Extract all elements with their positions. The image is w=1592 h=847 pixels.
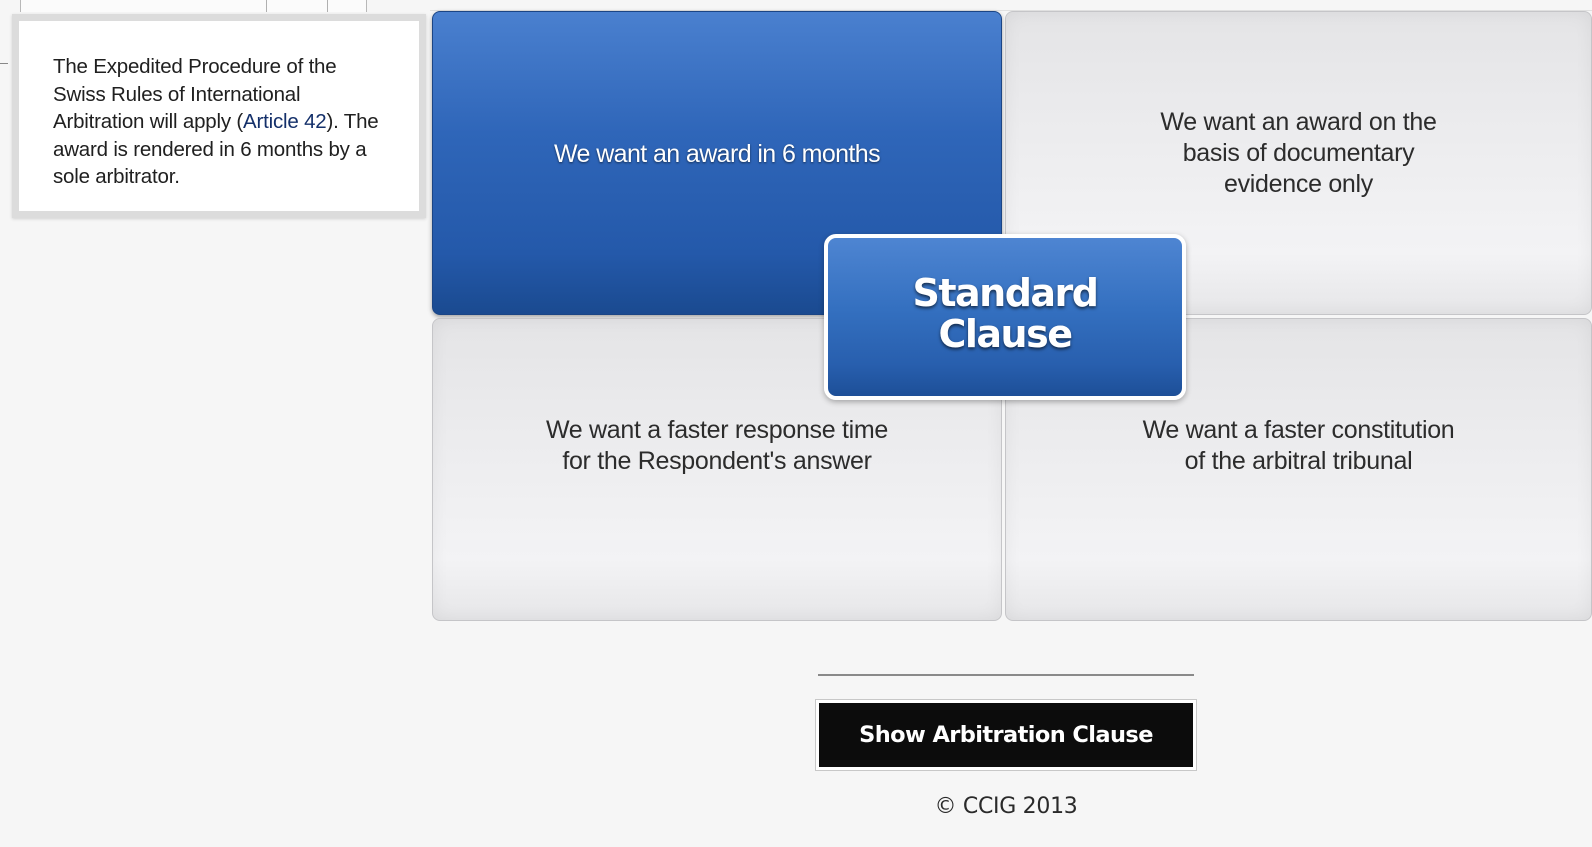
edge-tick-mark [0,63,8,64]
option-label: We want an award in 6 months [554,140,881,168]
cropped-toolbar-remnant [20,0,367,12]
info-description: The Expedited Procedure of the Swiss Rul… [53,53,393,191]
option-label: We want a faster constitution of the arb… [1142,416,1455,475]
option-label: We want a faster response time for the R… [545,416,889,475]
standard-clause-button[interactable]: Standard Clause [824,234,1186,400]
article-42-link[interactable]: Article 42 [243,110,327,133]
toolbar-separator [327,0,328,12]
arbitration-clause-wizard: The Expedited Procedure of the Swiss Rul… [0,0,1592,847]
info-panel: The Expedited Procedure of the Swiss Rul… [12,14,426,218]
toolbar-separator [266,0,267,12]
option-label: We want an award on the basis of documen… [1160,108,1437,198]
copyright-notice: © CCIG 2013 [934,794,1078,819]
section-divider [818,674,1194,676]
show-arbitration-clause-button[interactable]: Show Arbitration Clause [816,700,1196,770]
standard-clause-label: Standard Clause [912,271,1099,356]
